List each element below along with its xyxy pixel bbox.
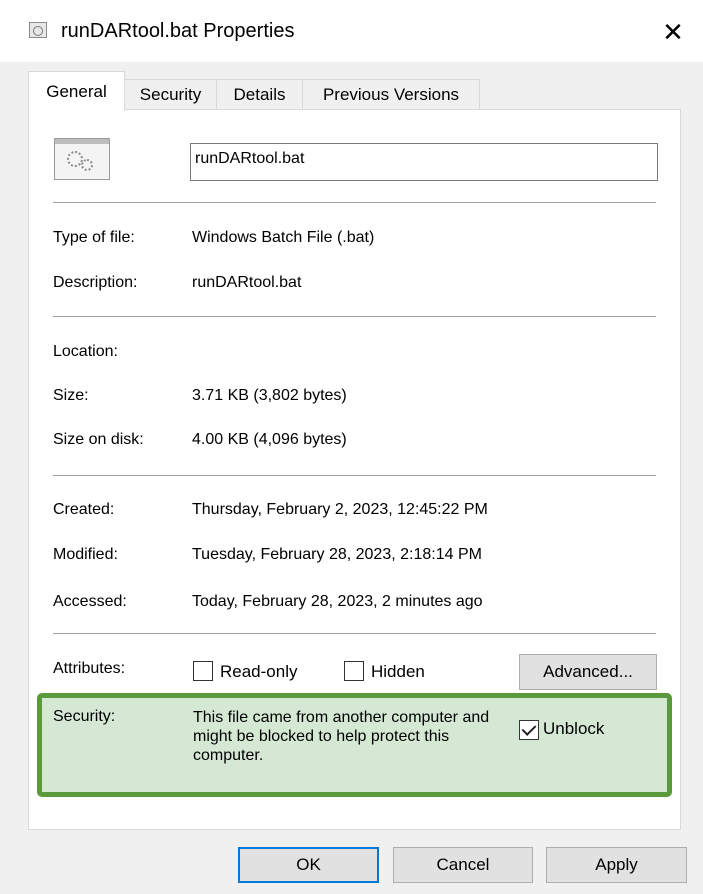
ok-button[interactable]: OK — [238, 847, 379, 883]
title-bar: runDARtool.bat Properties ✕ — [0, 0, 703, 62]
location-label: Location: — [53, 343, 118, 360]
readonly-label[interactable]: Read-only — [220, 662, 298, 682]
cancel-button[interactable]: Cancel — [393, 847, 533, 883]
created-value: Thursday, February 2, 2023, 12:45:22 PM — [192, 501, 488, 518]
batch-file-icon — [29, 22, 47, 38]
hidden-label[interactable]: Hidden — [371, 662, 425, 682]
modified-label: Modified: — [53, 546, 118, 563]
security-message: This file came from another computer and… — [193, 709, 490, 764]
unblock-label[interactable]: Unblock — [543, 719, 604, 739]
accessed-label: Accessed: — [53, 593, 127, 610]
security-label: Security: — [53, 708, 116, 725]
modified-value: Tuesday, February 28, 2023, 2:18:14 PM — [192, 546, 482, 563]
size-on-disk-value: 4.00 KB (4,096 bytes) — [192, 431, 347, 448]
divider — [53, 316, 656, 317]
close-icon: ✕ — [662, 17, 684, 47]
description-value: runDARtool.bat — [192, 274, 302, 291]
attributes-label: Attributes: — [53, 660, 126, 677]
type-of-file-value: Windows Batch File (.bat) — [192, 229, 375, 246]
file-name-field[interactable]: runDARtool.bat — [190, 143, 658, 181]
advanced-button[interactable]: Advanced... — [519, 654, 657, 690]
unblock-checkbox[interactable] — [519, 720, 539, 740]
created-label: Created: — [53, 501, 115, 518]
batch-file-gears-icon — [54, 138, 110, 180]
window-title: runDARtool.bat Properties — [61, 20, 295, 42]
size-on-disk-label: Size on disk: — [53, 431, 144, 448]
size-label: Size: — [53, 387, 89, 404]
accessed-value: Today, February 28, 2023, 2 minutes ago — [192, 593, 483, 610]
apply-button[interactable]: Apply — [546, 847, 687, 883]
type-of-file-label: Type of file: — [53, 229, 135, 246]
divider — [53, 633, 656, 634]
tab-general[interactable]: General — [28, 71, 125, 111]
tab-security[interactable]: Security — [124, 79, 217, 109]
tab-previous-versions[interactable]: Previous Versions — [302, 79, 480, 109]
close-button[interactable]: ✕ — [655, 14, 691, 50]
tab-details[interactable]: Details — [216, 79, 303, 109]
divider — [53, 475, 656, 476]
divider — [53, 202, 656, 203]
hidden-checkbox[interactable] — [344, 661, 364, 681]
description-label: Description: — [53, 274, 138, 291]
readonly-checkbox[interactable] — [193, 661, 213, 681]
size-value: 3.71 KB (3,802 bytes) — [192, 387, 347, 404]
properties-dialog: runDARtool.bat Properties ✕ General Secu… — [0, 0, 703, 894]
